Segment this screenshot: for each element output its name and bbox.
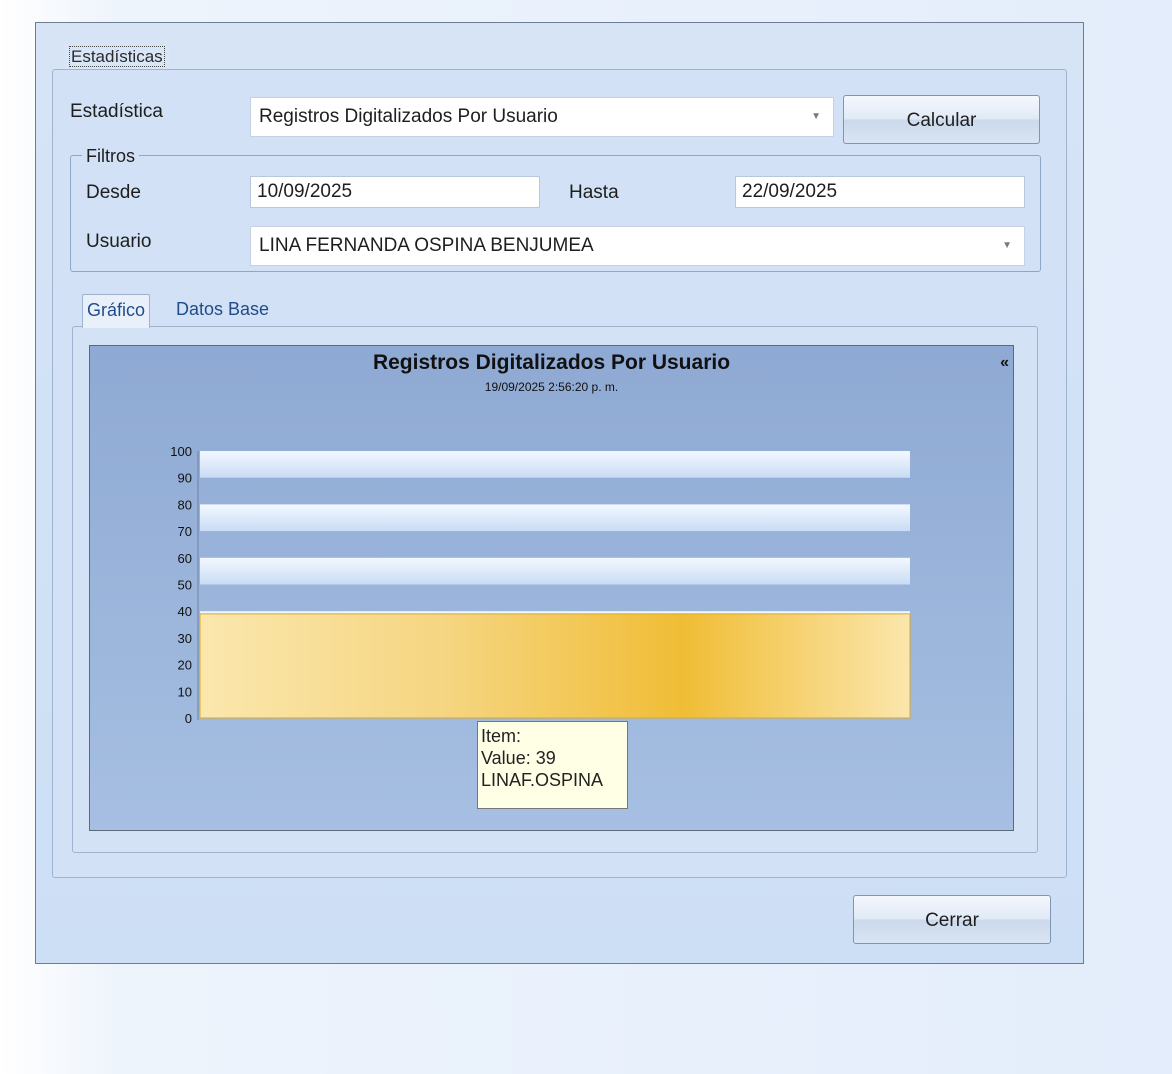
tooltip-item: Item: [481, 726, 522, 746]
cerrar-button[interactable]: Cerrar [853, 895, 1051, 944]
statistics-group-title: Estadísticas [69, 46, 165, 67]
chart-subtitle: 19/09/2025 2:56:20 p. m. [484, 380, 619, 394]
filtros-legend: Filtros [82, 146, 139, 167]
statistics-group-tab[interactable]: Estadísticas [65, 45, 169, 69]
usuario-label: Usuario [86, 231, 152, 252]
chevron-down-icon[interactable]: ▼ [1002, 227, 1012, 265]
estadistica-select-value: Registros Digitalizados Por Usuario [259, 106, 558, 127]
bar-tooltip: Item: Value: 39 LINAF.OSPINA [477, 721, 628, 809]
chevron-down-icon[interactable]: ▼ [811, 98, 821, 136]
desde-label: Desde [86, 182, 141, 203]
usuario-select-value: LINA FERNANDA OSPINA BENJUMEA [259, 235, 594, 256]
chart-title: Registros Digitalizados Por Usuario [372, 351, 731, 374]
estadistica-label: Estadística [70, 101, 163, 122]
tab-grafico[interactable]: Gráfico [82, 294, 151, 328]
calcular-button[interactable]: Calcular [843, 95, 1040, 144]
hasta-date-input[interactable]: 22/09/2025 [735, 176, 1025, 208]
estadistica-select[interactable]: Registros Digitalizados Por Usuario ▼ [250, 97, 834, 137]
tooltip-category: LINAF.OSPINA [481, 770, 604, 790]
desde-date-input[interactable]: 10/09/2025 [250, 176, 540, 208]
tab-datos-base[interactable]: Datos Base [176, 294, 269, 324]
tooltip-value: Value: 39 [481, 748, 556, 768]
collapse-icon[interactable]: « [1000, 354, 1009, 372]
hasta-label: Hasta [569, 182, 619, 203]
usuario-select[interactable]: LINA FERNANDA OSPINA BENJUMEA ▼ [250, 226, 1025, 266]
